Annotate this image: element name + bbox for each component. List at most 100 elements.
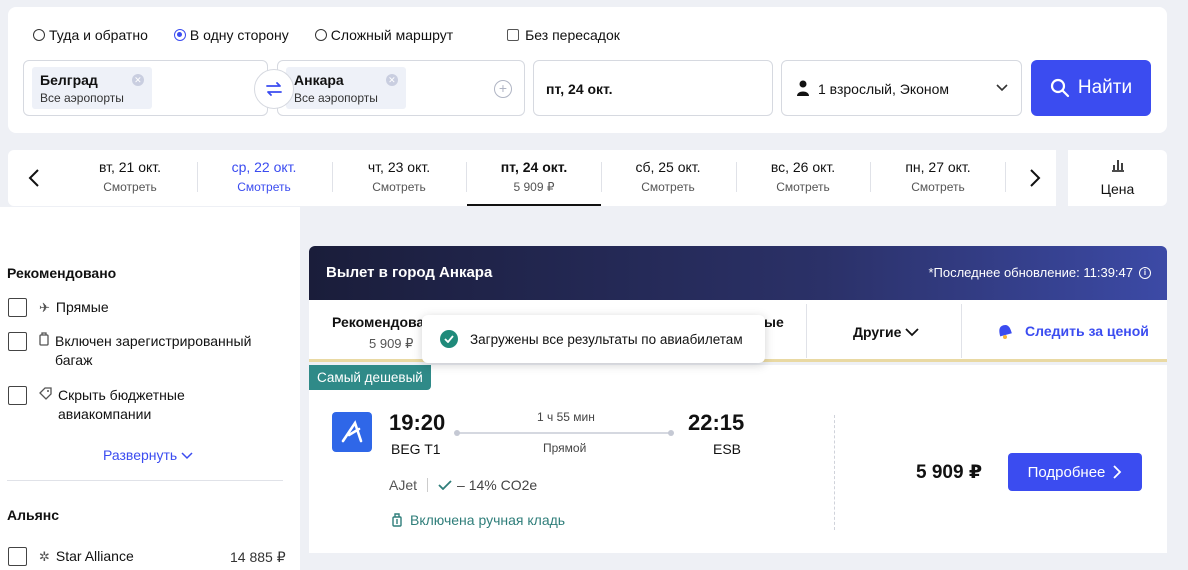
- date-cell-label: вс, 26 окт.: [770, 159, 836, 175]
- flight-stops: Прямой: [543, 441, 587, 455]
- results-header: Вылет в город Анкара *Последнее обновлен…: [309, 246, 1167, 300]
- clear-destination-icon[interactable]: ✕: [385, 74, 398, 86]
- date-cell-22[interactable]: ср, 22 окт. Смотреть: [197, 150, 331, 206]
- expand-label: Развернуть: [103, 447, 178, 463]
- cheapest-badge: Самый дешевый: [309, 365, 431, 390]
- date-cell-21[interactable]: вт, 21 окт. Смотреть: [63, 150, 197, 206]
- last-update: *Последнее обновление: 11:39:47 i: [928, 265, 1151, 280]
- date-cell-sub: Смотреть: [103, 180, 157, 194]
- bar-chart-icon: [1111, 160, 1124, 172]
- date-cell-sub: Смотреть: [911, 180, 965, 194]
- date-cell-price: 5 909 ₽: [513, 180, 555, 194]
- filter-checked-baggage[interactable]: Включен зарегистрированный багаж: [8, 332, 278, 370]
- prev-dates-button[interactable]: [22, 164, 46, 192]
- ajet-logo-icon: [332, 412, 372, 452]
- date-cell-27[interactable]: пн, 27 окт. Смотреть: [871, 150, 1005, 206]
- co2-text: – 14% CO2e: [457, 477, 538, 493]
- date-cell-sub: Смотреть: [237, 180, 291, 194]
- radio-circle: [314, 29, 327, 41]
- clear-origin-icon[interactable]: ✕: [131, 74, 144, 86]
- origin-city: Белград: [40, 72, 98, 88]
- ticket-price: 5 909 ₽: [916, 462, 983, 483]
- tab-divider: [806, 304, 807, 358]
- swap-cities-button[interactable]: [254, 69, 294, 109]
- carrier-name: AJet: [389, 477, 418, 493]
- trip-type-options: Туда и обратно В одну сторону Сложный ма…: [33, 27, 620, 43]
- track-price-button[interactable]: Следить за ценой: [994, 320, 1149, 342]
- price-sort-button[interactable]: Цена: [1068, 150, 1167, 206]
- departure-airport: BEG T1: [391, 441, 441, 457]
- baggage-info: Включена ручная кладь: [391, 512, 565, 528]
- star-alliance-icon: ✲: [39, 549, 50, 564]
- search-icon: [1050, 78, 1069, 98]
- date-strip: вт, 21 окт. Смотреть ср, 22 окт. Смотрет…: [8, 150, 1056, 206]
- filter-label: Star Alliance: [55, 548, 134, 564]
- date-cell-sub: Смотреть: [776, 180, 830, 194]
- date-cell-label: сб, 25 окт.: [635, 159, 701, 175]
- filter-title-recommended: Рекомендовано: [7, 265, 117, 281]
- radio-label: Туда и обратно: [49, 27, 148, 43]
- radio-label: Сложный маршрут: [330, 27, 454, 43]
- date-field[interactable]: пт, 24 окт.: [533, 60, 773, 116]
- date-cell-label: ср, 22 окт.: [231, 159, 297, 175]
- info-icon[interactable]: i: [1139, 266, 1151, 279]
- divider: [427, 478, 429, 492]
- date-cell-24-selected[interactable]: пт, 24 окт. 5 909 ₽: [467, 150, 601, 206]
- checkbox[interactable]: [8, 386, 27, 405]
- details-button[interactable]: Подробнее: [1008, 453, 1142, 491]
- radio-multi-city[interactable]: Сложный маршрут: [314, 27, 454, 43]
- filter-label: Включен зарегистрированный багаж: [55, 333, 252, 368]
- toast-text: Загружены все результаты по авиабилетам: [470, 331, 743, 347]
- search-button-label: Найти: [1077, 77, 1133, 98]
- ticket-card[interactable]: Самый дешевый 19:20 BEG T1 1 ч 55 мин Пр…: [309, 365, 1167, 553]
- date-cell-label: пт, 24 окт.: [500, 159, 568, 175]
- date-cell-26[interactable]: вс, 26 окт. Смотреть: [736, 150, 870, 206]
- destination-airports: Все аэропорты: [294, 91, 378, 105]
- checkbox[interactable]: [8, 547, 27, 566]
- date-cell-sub: Смотреть: [372, 180, 426, 194]
- chevron-right-icon: [1113, 465, 1122, 479]
- arrival-airport: ESB: [713, 441, 742, 457]
- filter-star-alliance[interactable]: ✲ Star Alliance: [8, 547, 134, 566]
- passengers-field[interactable]: 1 взрослый, Эконом: [781, 60, 1022, 116]
- destination-field[interactable]: Анкара Все аэропорты ✕ +: [277, 60, 525, 116]
- add-destination-icon[interactable]: +: [494, 80, 512, 98]
- nonstop-label: Без пересадок: [525, 27, 620, 43]
- date-cell-23[interactable]: чт, 23 окт. Смотреть: [332, 150, 466, 206]
- chevron-down-icon: [181, 452, 193, 460]
- track-price-label: Следить за ценой: [1025, 323, 1149, 339]
- tag-icon: [39, 386, 52, 405]
- plane-takeoff-icon: ✈: [39, 300, 50, 315]
- date-cell-25[interactable]: сб, 25 окт. Смотреть: [601, 150, 735, 206]
- co2-info: – 14% CO2e: [417, 477, 537, 493]
- results-title: Вылет в город Анкара: [326, 264, 493, 281]
- origin-airports: Все аэропорты: [40, 91, 124, 105]
- date-cell-label: чт, 23 окт.: [367, 159, 431, 175]
- next-dates-button[interactable]: [1023, 164, 1047, 192]
- filter-title-alliance: Альянс: [7, 507, 60, 523]
- tab-price: 5 909 ₽: [369, 336, 414, 351]
- destination-city: Анкара: [294, 72, 344, 88]
- search-button[interactable]: Найти: [1031, 60, 1151, 116]
- chevron-left-icon: [28, 169, 39, 187]
- filter-label: Прямые: [55, 299, 109, 315]
- filter-direct[interactable]: ✈ Прямые: [8, 298, 109, 317]
- results-loaded-toast: Загружены все результаты по авиабилетам: [422, 315, 765, 363]
- checkbox[interactable]: [8, 298, 27, 317]
- luggage-icon: [39, 332, 49, 351]
- filter-hide-budget[interactable]: Скрыть бюджетные авиакомпании: [8, 386, 278, 424]
- nonstop-checkbox[interactable]: Без пересадок: [507, 27, 620, 43]
- check-icon: [438, 480, 452, 490]
- swap-icon: [266, 82, 282, 96]
- person-icon: [797, 80, 809, 96]
- tab-fastest[interactable]: ые: [764, 314, 784, 330]
- radio-round-trip[interactable]: Туда и обратно: [33, 27, 148, 43]
- origin-field[interactable]: Белград Все аэропорты ✕: [23, 60, 268, 116]
- radio-one-way[interactable]: В одну сторону: [173, 27, 289, 43]
- tab-other[interactable]: Другие: [853, 324, 919, 340]
- chevron-down-icon: [996, 84, 1008, 92]
- checkbox[interactable]: [8, 332, 27, 351]
- checkbox-box: [507, 29, 520, 41]
- chevron-right-icon: [1030, 169, 1041, 187]
- expand-filters-link[interactable]: Развернуть: [103, 447, 193, 463]
